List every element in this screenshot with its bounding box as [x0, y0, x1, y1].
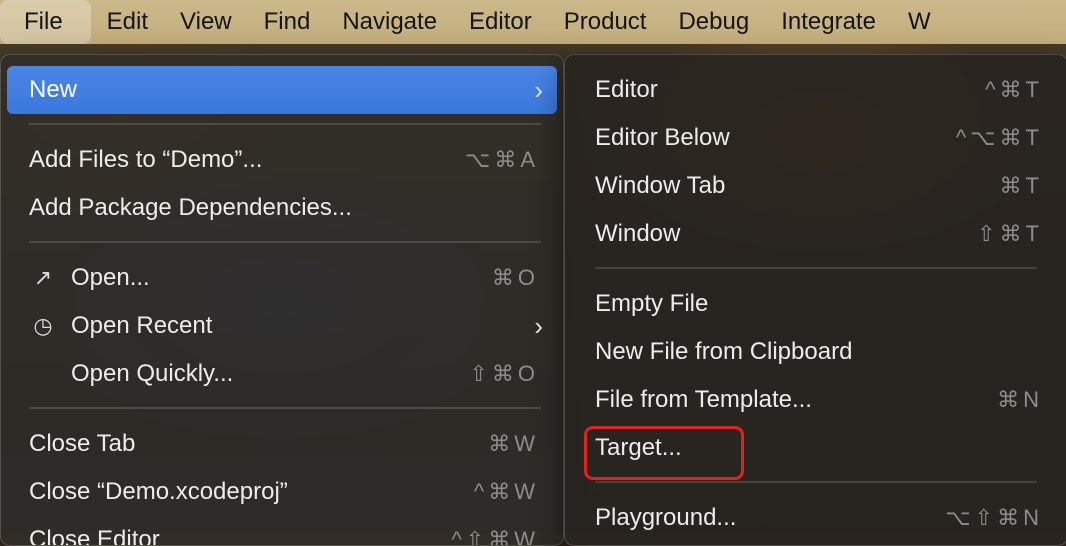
- menu-item-label: Close Tab: [29, 430, 136, 457]
- menu-item-open-quickly[interactable]: Open Quickly... ⇧⌘O: [7, 350, 557, 398]
- submenu-item-file-from-template[interactable]: File from Template... ⌘N: [571, 376, 1061, 424]
- shortcut-label: ⌘T: [999, 173, 1043, 198]
- menu-separator: [595, 481, 1037, 483]
- shortcut-label: ⌘O: [491, 265, 539, 290]
- shortcut-label: ^⌘W: [473, 479, 539, 504]
- menu-item-label: Editor Below: [595, 124, 730, 151]
- shortcut-label: ^⌥⌘T: [955, 125, 1043, 150]
- shortcut-label: ⌘W: [488, 431, 539, 456]
- menu-item-add-files[interactable]: Add Files to “Demo”... ⌥⌘A: [7, 136, 557, 184]
- submenu-item-window[interactable]: Window ⇧⌘T: [571, 210, 1061, 258]
- submenu-item-editor-below[interactable]: Editor Below ^⌥⌘T: [571, 114, 1061, 162]
- shortcut-label: ⌥⇧⌘N: [945, 505, 1043, 530]
- menu-item-label: Add Files to “Demo”...: [29, 146, 263, 173]
- annotation-highlight-box: [584, 426, 744, 480]
- menu-item-close-project[interactable]: Close “Demo.xcodeproj” ^⌘W: [7, 468, 557, 516]
- menu-item-open-recent[interactable]: ◷ Open Recent ›: [7, 302, 557, 350]
- menu-separator: [29, 407, 541, 409]
- menu-separator: [595, 267, 1037, 269]
- menu-separator: [29, 123, 541, 125]
- shortcut-label: ⇧⌘T: [977, 221, 1043, 246]
- menu-item-label: Window Tab: [595, 172, 726, 199]
- shortcut-label: ^⇧⌘W: [451, 527, 539, 546]
- menu-item-label: Open...: [71, 264, 150, 291]
- menu-item-label: Editor: [595, 76, 658, 103]
- menu-item-label: Window: [595, 220, 681, 247]
- menu-integrate[interactable]: Integrate: [765, 0, 892, 44]
- file-menu: New › Add Files to “Demo”... ⌥⌘A Add Pac…: [0, 54, 564, 546]
- clock-icon: ◷: [33, 313, 53, 338]
- menu-item-open[interactable]: ↗ Open... ⌘O: [7, 254, 557, 302]
- menu-find[interactable]: Find: [248, 0, 327, 44]
- menu-item-label: Close “Demo.xcodeproj”: [29, 478, 288, 505]
- shortcut-label: ^⌘T: [985, 77, 1043, 102]
- menu-item-label: New File from Clipboard: [595, 338, 853, 365]
- menu-separator: [29, 241, 541, 243]
- chevron-right-icon: ›: [534, 310, 543, 341]
- submenu-item-new-file-from-clipboard[interactable]: New File from Clipboard: [571, 328, 1061, 376]
- menu-item-label: New: [29, 76, 78, 103]
- menu-item-label: Open Quickly...: [71, 360, 234, 387]
- menu-item-label: Open Recent: [71, 312, 213, 339]
- submenu-item-playground[interactable]: Playground... ⌥⇧⌘N: [571, 494, 1061, 542]
- menu-item-label: File from Template...: [595, 386, 812, 413]
- menu-view[interactable]: View: [164, 0, 248, 44]
- shortcut-label: ⇧⌘O: [469, 361, 539, 386]
- shortcut-label: ⌘N: [997, 387, 1043, 412]
- menu-item-close-tab[interactable]: Close Tab ⌘W: [7, 420, 557, 468]
- menu-file[interactable]: File: [0, 0, 91, 44]
- menu-window[interactable]: W: [892, 0, 947, 44]
- menu-navigate[interactable]: Navigate: [326, 0, 453, 44]
- menu-editor[interactable]: Editor: [453, 0, 548, 44]
- menu-item-label: Playground...: [595, 504, 737, 531]
- menu-product[interactable]: Product: [548, 0, 663, 44]
- menu-item-close-editor[interactable]: Close Editor ^⇧⌘W: [7, 516, 557, 546]
- menu-item-new[interactable]: New ›: [7, 66, 557, 114]
- menu-edit[interactable]: Edit: [91, 0, 164, 44]
- menu-debug[interactable]: Debug: [662, 0, 765, 44]
- menu-item-add-package-dependencies[interactable]: Add Package Dependencies...: [7, 184, 557, 232]
- submenu-item-window-tab[interactable]: Window Tab ⌘T: [571, 162, 1061, 210]
- shortcut-label: ⌥⌘A: [464, 147, 539, 172]
- arrow-up-right-icon: ↗: [33, 265, 53, 290]
- submenu-item-empty-file[interactable]: Empty File: [571, 280, 1061, 328]
- chevron-right-icon: ›: [534, 74, 543, 105]
- menu-bar: File Edit View Find Navigate Editor Prod…: [0, 0, 1066, 44]
- menu-item-label: Empty File: [595, 290, 709, 317]
- menu-item-label: Add Package Dependencies...: [29, 194, 352, 221]
- submenu-item-editor[interactable]: Editor ^⌘T: [571, 66, 1061, 114]
- menu-item-label: Close Editor: [29, 526, 160, 546]
